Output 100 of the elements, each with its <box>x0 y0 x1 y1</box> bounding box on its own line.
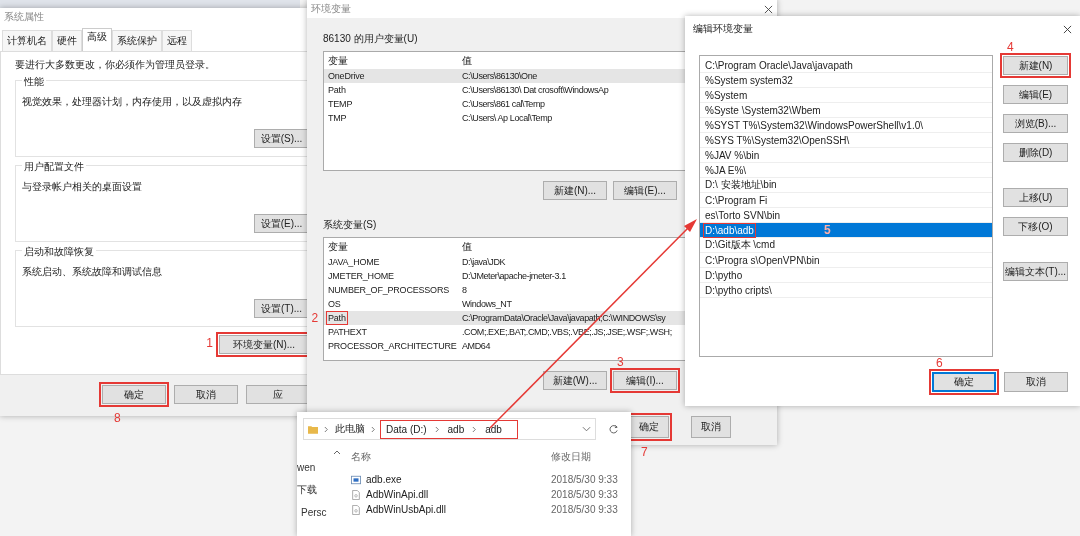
variable-name: JMETER_HOME <box>328 271 394 281</box>
section-title: 86130 的用户变量(U) <box>323 32 418 46</box>
settings-button[interactable]: 设置(T)... <box>254 299 309 318</box>
side-action-button[interactable]: 编辑(E) <box>1003 85 1068 104</box>
side-action-button[interactable]: 上移(U) <box>1003 188 1068 207</box>
file-name[interactable]: AdbWinApi.dll <box>366 489 429 500</box>
tab[interactable]: 高级 <box>82 28 112 51</box>
list-action-button[interactable]: 编辑(I)... <box>613 371 677 390</box>
dialog-button[interactable]: 应 <box>246 385 310 404</box>
variable-name: JAVA_HOME <box>328 257 380 267</box>
group-description: 系统启动、系统故障和调试信息 <box>22 265 162 279</box>
window-title: 编辑环境变量 <box>693 22 753 36</box>
tab[interactable]: 远程 <box>162 30 192 51</box>
column-header: 变量 <box>328 240 349 254</box>
side-action-button[interactable]: 浏览(B)... <box>1003 114 1068 133</box>
path-item[interactable]: %System <box>700 88 992 103</box>
nav-item[interactable]: Persc <box>297 507 327 518</box>
file-name[interactable]: adb.exe <box>366 474 402 485</box>
dialog-button[interactable]: 确定 <box>102 385 166 404</box>
tab[interactable]: 系统保护 <box>112 30 162 51</box>
tab[interactable]: 硬件 <box>52 30 82 51</box>
group-description: 视觉效果，处理器计划，内存使用，以及虚拟内存 <box>22 95 242 109</box>
variable-name: Path <box>328 85 346 95</box>
path-item[interactable]: C:\Program Oracle\Java\javapath <box>700 58 992 73</box>
variable-name: TEMP <box>328 99 353 109</box>
side-action-button[interactable]: 新建(N) <box>1003 56 1068 75</box>
path-item[interactable]: %SYST T%\System32\WindowsPowerShell\v1.0\ <box>700 118 992 133</box>
breadcrumb-item[interactable]: 此电脑 <box>335 422 365 436</box>
collapse-icon[interactable] <box>333 450 341 455</box>
close-icon[interactable] <box>1063 24 1072 34</box>
variable-name: PATHEXT <box>328 327 367 337</box>
path-item[interactable]: %JA E%\ <box>700 163 992 178</box>
document-icon <box>351 489 361 500</box>
file-date: 2018/5/30 9:33 <box>551 489 618 500</box>
side-action-button[interactable]: 下移(O) <box>1003 217 1068 236</box>
path-item[interactable]: %SYS T%\System32\OpenSSH\ <box>700 133 992 148</box>
chevron-icon <box>324 425 329 433</box>
path-text: C:\Program Fi <box>705 194 768 206</box>
file-date: 2018/5/30 9:33 <box>551 474 618 485</box>
path-text: es\Torto SVN\bin <box>705 209 781 221</box>
dialog-button[interactable]: 确定 <box>932 372 996 392</box>
variable-value: D:\JMeter\apache-jmeter-3.1 <box>462 271 566 281</box>
path-text: %JAV %\bin <box>705 149 760 161</box>
breadcrumb-item[interactable]: adb <box>485 423 502 435</box>
variable-value: C:\Users\86130\One <box>462 71 537 81</box>
path-text: D:\pytho <box>705 269 743 281</box>
program-file-icon <box>351 474 361 485</box>
group-title: 启动和故障恢复 <box>22 245 96 259</box>
dialog-button[interactable]: 确定 <box>629 416 669 438</box>
path-item[interactable]: C:\Program Fi <box>700 193 992 208</box>
path-item[interactable]: %System system32 <box>700 73 992 88</box>
variable-name: OS <box>328 299 341 309</box>
dropdown-icon[interactable] <box>582 426 591 432</box>
side-action-button[interactable]: 编辑文本(T)... <box>1003 262 1068 281</box>
breadcrumb-item[interactable]: adb <box>447 423 465 435</box>
column-header[interactable]: 名称 <box>351 450 551 464</box>
step-number: 8 <box>114 412 121 424</box>
refresh-icon[interactable] <box>608 423 619 435</box>
nav-item[interactable]: wen <box>297 462 316 473</box>
path-text: C:\Progra s\OpenVPN\bin <box>705 254 820 266</box>
settings-button[interactable]: 设置(S)... <box>254 129 309 148</box>
step-number: 4 <box>1007 41 1014 53</box>
path-item[interactable]: D:\ 安装地址\bin <box>700 178 992 193</box>
address-bar[interactable]: 此电脑 Data (D:) adb adb <box>303 418 596 440</box>
column-header: 值 <box>462 54 472 68</box>
variable-name: PROCESSOR_ARCHITECTURE <box>328 341 457 351</box>
dialog-button[interactable]: 取消 <box>174 385 238 404</box>
window-title: 环境变量 <box>311 2 351 16</box>
step-number: 1 <box>206 336 213 349</box>
path-item[interactable]: D:\pytho <box>700 268 992 283</box>
path-item[interactable]: D:\pytho cripts\ <box>700 283 992 298</box>
column-header: 值 <box>462 240 472 254</box>
settings-button[interactable]: 设置(E)... <box>254 214 309 233</box>
breadcrumb-item[interactable]: Data (D:) <box>386 423 427 435</box>
chevron-icon <box>371 425 376 433</box>
file-name[interactable]: AdbWinUsbApi.dll <box>366 504 447 515</box>
group-title: 性能 <box>22 75 46 89</box>
path-item[interactable]: D:\Git版本 \cmd <box>700 238 992 253</box>
variable-name: NUMBER_OF_PROCESSORS <box>328 285 450 295</box>
folder-icon <box>308 424 318 434</box>
file-date: 2018/5/30 9:33 <box>551 504 618 515</box>
tab[interactable]: 计算机名 <box>2 30 52 51</box>
list-action-button[interactable]: 编辑(E)... <box>613 181 677 200</box>
list-action-button[interactable]: 新建(N)... <box>543 181 607 200</box>
variable-value: AMD64 <box>462 341 490 351</box>
path-item[interactable]: C:\Progra s\OpenVPN\bin <box>700 253 992 268</box>
list-action-button[interactable]: 新建(W)... <box>543 371 607 390</box>
dialog-button[interactable]: 取消 <box>691 416 731 438</box>
column-header[interactable]: 修改日期 <box>551 450 591 464</box>
variable-name: OneDrive <box>328 71 365 81</box>
step-number: 3 <box>617 356 624 368</box>
close-icon[interactable] <box>764 4 773 14</box>
path-item[interactable]: %JAV %\bin <box>700 148 992 163</box>
nav-item[interactable]: 下载 <box>297 483 317 497</box>
variable-value: C:\Users\86130\ Dat crosoft\WindowsAp <box>462 85 609 95</box>
environment-variables-button[interactable]: 环境变量(N)... <box>219 335 309 354</box>
path-item[interactable]: %Syste \System32\Wbem <box>700 103 992 118</box>
dialog-button[interactable]: 取消 <box>1004 372 1068 392</box>
path-item[interactable]: D:\adb\adb 5 <box>700 223 992 238</box>
side-action-button[interactable]: 删除(D) <box>1003 143 1068 162</box>
